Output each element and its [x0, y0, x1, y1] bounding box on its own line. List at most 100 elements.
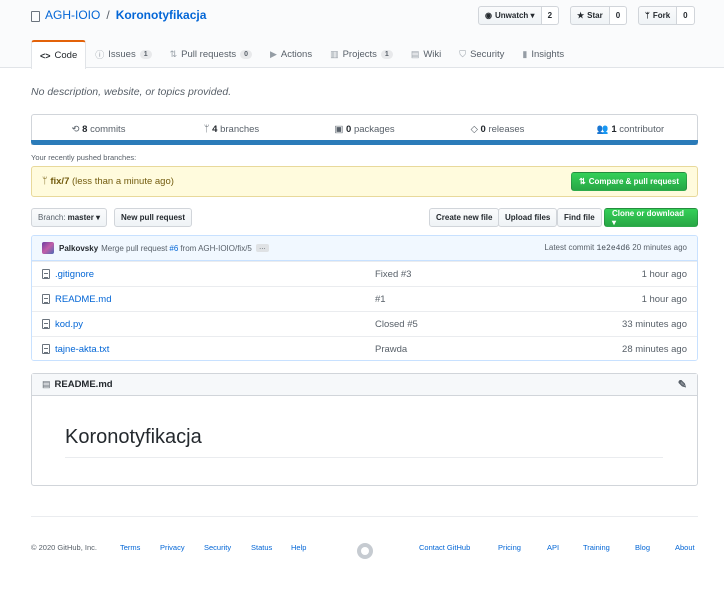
file-list: Palkovsky Merge pull request #6 from AGH…	[31, 235, 698, 361]
footer-divider	[31, 516, 698, 517]
file-row: tajne-akta.txt Prawda 28 minutes ago	[32, 336, 697, 360]
footer-link-training[interactable]: Training	[583, 543, 610, 552]
clone-download-button[interactable]: Clone or download ▾	[604, 208, 698, 227]
tab-badge: 1	[139, 50, 152, 59]
tab-projects[interactable]: ▥ Projects 1	[321, 40, 402, 68]
watch-button[interactable]: ◉ Unwatch ▾	[478, 6, 542, 25]
repo-icon	[31, 10, 40, 22]
footer-link-api[interactable]: API	[547, 543, 559, 552]
commit-sha[interactable]: 1e2e4d6	[596, 244, 630, 253]
file-name-link[interactable]: README.md	[55, 294, 375, 305]
file-row: .gitignore Fixed #3 1 hour ago	[32, 261, 697, 286]
tag-icon: ◇	[470, 124, 478, 135]
latest-commit-bar: Palkovsky Merge pull request #6 from AGH…	[32, 236, 697, 261]
tab-pull-requests[interactable]: ⇅ Pull requests 0	[161, 40, 261, 68]
pushed-branch: ᛘ fix/7 (less than a minute ago)	[42, 176, 174, 187]
footer-link-privacy[interactable]: Privacy	[160, 543, 185, 552]
file-age: 28 minutes ago	[622, 343, 687, 355]
readme-heading: Koronotyfikacja	[65, 426, 202, 448]
commit-author[interactable]: Palkovsky	[59, 244, 98, 253]
summary-contributors[interactable]: 👥 1 contributor	[564, 124, 697, 135]
branch-select-label: Branch:	[38, 213, 66, 222]
branch-icon: ᛘ	[42, 176, 48, 187]
repo-owner-link[interactable]: AGH-IOIO	[45, 8, 100, 22]
footer-link-pricing[interactable]: Pricing	[498, 543, 521, 552]
find-file-button[interactable]: Find file	[557, 208, 602, 227]
footer-link-contact[interactable]: Contact GitHub	[419, 543, 470, 552]
readme-filename: README.md	[54, 379, 113, 390]
tab-insights[interactable]: ▮ Insights	[513, 40, 573, 68]
tab-badge: 0	[240, 50, 252, 59]
summary-count: 4	[212, 124, 218, 135]
readme-divider	[65, 457, 663, 458]
github-mark-icon[interactable]	[357, 543, 373, 559]
latest-commit-info: Latest commit 1e2e4d6 20 minutes ago	[544, 243, 687, 253]
footer-link-about[interactable]: About	[675, 543, 695, 552]
file-name-link[interactable]: kod.py	[55, 319, 375, 330]
summary-packages[interactable]: ▣ 0 packages	[298, 124, 431, 135]
book-icon: ▤	[410, 49, 420, 59]
fork-count[interactable]: 0	[677, 6, 695, 25]
watch-count[interactable]: 2	[541, 6, 560, 25]
summary-releases[interactable]: ◇ 0 releases	[431, 124, 564, 135]
tab-label: Actions	[280, 49, 313, 60]
file-commit-message[interactable]: #1	[375, 294, 642, 305]
repo-header: AGH-IOIO / Koronotyfikacja ◉ Unwatch ▾ 2…	[0, 0, 724, 69]
fork-label: Fork	[652, 11, 671, 20]
star-button[interactable]: ★ Star	[570, 6, 610, 25]
tab-label: Security	[470, 49, 505, 60]
new-pull-request-button[interactable]: New pull request	[114, 208, 193, 227]
issue-icon: ⓘ	[95, 50, 105, 60]
file-name-link[interactable]: .gitignore	[55, 269, 375, 280]
footer-link-status[interactable]: Status	[251, 543, 272, 552]
summary-label: commits	[90, 124, 126, 135]
commit-age: 20 minutes ago	[632, 243, 687, 252]
branch-select[interactable]: Branch: master ▾	[31, 208, 108, 227]
summary-label: branches	[220, 124, 260, 135]
commit-message-tail[interactable]: from AGH-IOIO/fix/5	[180, 244, 252, 253]
footer-link-security[interactable]: Security	[204, 543, 231, 552]
footer-link-terms[interactable]: Terms	[120, 543, 140, 552]
star-count[interactable]: 0	[609, 6, 628, 25]
shield-icon: ⛉	[459, 49, 467, 59]
summary-branches[interactable]: ᛘ 4 branches	[165, 124, 298, 135]
summary-commits[interactable]: ⟲ 8 commits	[32, 124, 165, 135]
tab-issues[interactable]: ⓘ Issues 1	[86, 40, 160, 68]
tab-security[interactable]: ⛉ Security	[450, 40, 513, 68]
file-commit-message[interactable]: Prawda	[375, 344, 622, 355]
file-commit-message[interactable]: Fixed #3	[375, 269, 642, 280]
repo-name-link[interactable]: Koronotyfikacja	[116, 8, 207, 22]
file-name-link[interactable]: tajne-akta.txt	[55, 344, 375, 355]
fork-button[interactable]: ᛘ Fork	[638, 6, 678, 25]
file-age: 33 minutes ago	[622, 318, 687, 330]
file-age: 1 hour ago	[641, 268, 687, 280]
create-new-file-button[interactable]: Create new file	[429, 208, 500, 227]
footer-link-help[interactable]: Help	[291, 543, 306, 552]
summary-count: 1	[611, 124, 617, 135]
summary-count: 8	[82, 124, 88, 135]
fork-group: ᛘ Fork 0	[638, 6, 695, 25]
pencil-icon[interactable]: ✎	[678, 378, 687, 391]
history-icon: ⟲	[71, 124, 80, 135]
file-icon	[42, 269, 50, 279]
upload-files-button[interactable]: Upload files	[498, 208, 558, 227]
footer-link-blog[interactable]: Blog	[635, 543, 650, 552]
tab-wiki[interactable]: ▤ Wiki	[402, 40, 450, 68]
file-commit-message[interactable]: Closed #5	[375, 319, 622, 330]
commit-message[interactable]: Merge pull request	[101, 244, 167, 253]
fork-icon: ᛘ	[645, 11, 650, 20]
eye-icon: ◉	[485, 11, 492, 20]
file-navigation: Branch: master ▾ New pull request Create…	[31, 208, 698, 227]
tab-badge: 1	[380, 50, 393, 59]
avatar[interactable]	[42, 242, 54, 254]
commit-pr-link[interactable]: #6	[169, 244, 178, 253]
compare-pull-request-button[interactable]: ⇅ Compare & pull request	[571, 172, 687, 191]
project-icon: ▥	[330, 49, 339, 59]
tab-actions[interactable]: ▶ Actions	[261, 40, 321, 68]
file-age: 1 hour ago	[641, 293, 687, 305]
tab-code[interactable]: <> Code	[31, 40, 87, 69]
star-label: Star	[587, 11, 603, 20]
recently-pushed-banner: ᛘ fix/7 (less than a minute ago) ⇅ Compa…	[31, 166, 698, 197]
expand-commit-button[interactable]: …	[255, 244, 269, 252]
pushed-branch-name[interactable]: fix/7	[50, 176, 69, 187]
